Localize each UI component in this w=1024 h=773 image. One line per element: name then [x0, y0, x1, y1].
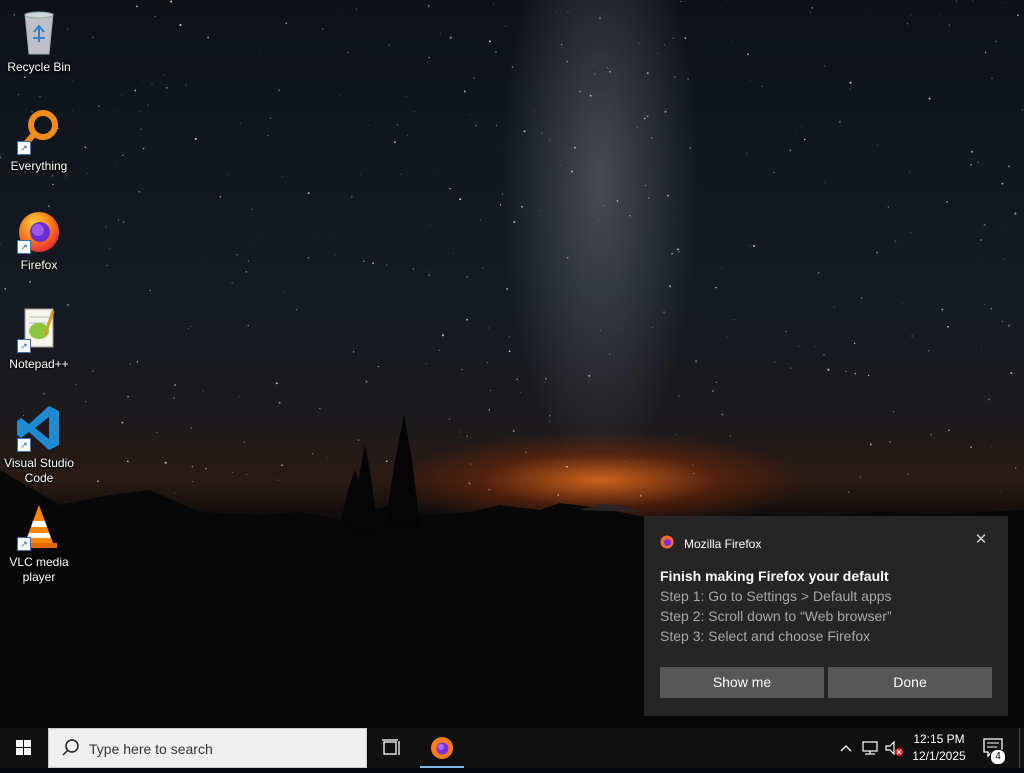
toast-step-1: Step 1: Go to Settings > Default apps	[660, 588, 892, 604]
clock-time: 12:15 PM	[906, 731, 972, 748]
desktop-icon-label: Everything	[2, 159, 76, 174]
toast-app-name: Mozilla Firefox	[684, 537, 761, 551]
taskbar-clock[interactable]: 12:15 PM 12/1/2025	[906, 731, 972, 765]
clock-date: 12/1/2025	[906, 748, 972, 765]
desktop-icon-everything[interactable]: ↗ Everything	[2, 107, 76, 174]
toast-title: Finish making Firefox your default	[660, 568, 889, 584]
toast-header: Mozilla Firefox	[660, 536, 761, 552]
notepad-plus-plus-icon: ↗	[15, 305, 63, 353]
firefox-icon	[420, 728, 464, 768]
toast-step-2: Step 2: Scroll down to “Web browser”	[660, 608, 892, 624]
volume-muted-icon	[884, 739, 904, 757]
shortcut-arrow-icon: ↗	[17, 537, 31, 551]
desktop-icon-notepad-plus-plus[interactable]: ↗ Notepad++	[2, 305, 76, 372]
desktop-icon-vscode[interactable]: ↗ Visual Studio Code	[2, 404, 76, 486]
desktop-icon-label: Firefox	[2, 258, 76, 273]
shortcut-arrow-icon: ↗	[17, 240, 31, 254]
chevron-up-icon	[838, 740, 854, 756]
firefox-icon: ↗	[15, 206, 63, 254]
vscode-icon: ↗	[15, 404, 63, 452]
start-button[interactable]	[0, 728, 48, 768]
windows-logo-icon	[0, 728, 48, 768]
search-icon	[61, 738, 81, 758]
desktop-icon-label: Notepad++	[2, 357, 76, 372]
desktop-icon-label: VLC media player	[2, 555, 76, 585]
show-me-button[interactable]: Show me	[660, 667, 824, 698]
desktop-icon-label: Recycle Bin	[2, 60, 76, 75]
task-view-button[interactable]	[372, 728, 412, 768]
shortcut-arrow-icon: ↗	[17, 438, 31, 452]
task-view-icon	[372, 728, 412, 768]
recycle-bin-icon	[15, 8, 63, 56]
volume-button[interactable]	[884, 739, 904, 757]
firefox-icon	[660, 535, 674, 554]
everything-search-icon: ↗	[15, 107, 63, 155]
desktop-icon-firefox[interactable]: ↗ Firefox	[2, 206, 76, 273]
taskbar: Type here to search	[0, 728, 1024, 768]
network-icon	[860, 739, 880, 757]
firefox-default-toast[interactable]: Mozilla Firefox ✕ Finish making Firefox …	[644, 516, 1008, 716]
taskbar-search-box[interactable]: Type here to search	[48, 728, 367, 768]
desktop-icon-vlc[interactable]: ↗ VLC media player	[2, 503, 76, 585]
search-placeholder: Type here to search	[89, 741, 213, 757]
show-hidden-icons-button[interactable]	[838, 740, 854, 756]
desktop-icon-recycle-bin[interactable]: Recycle Bin	[2, 8, 76, 75]
show-desktop-button[interactable]	[1019, 728, 1024, 768]
shortcut-arrow-icon: ↗	[17, 141, 31, 155]
notification-count-badge: 4	[990, 749, 1006, 765]
taskbar-firefox-button[interactable]	[420, 728, 464, 768]
vlc-icon: ↗	[15, 503, 63, 551]
close-icon[interactable]: ✕	[974, 533, 988, 547]
toast-step-3: Step 3: Select and choose Firefox	[660, 628, 870, 644]
shortcut-arrow-icon: ↗	[17, 339, 31, 353]
network-button[interactable]	[860, 739, 880, 757]
done-button[interactable]: Done	[828, 667, 992, 698]
desktop-icon-label: Visual Studio Code	[2, 456, 76, 486]
